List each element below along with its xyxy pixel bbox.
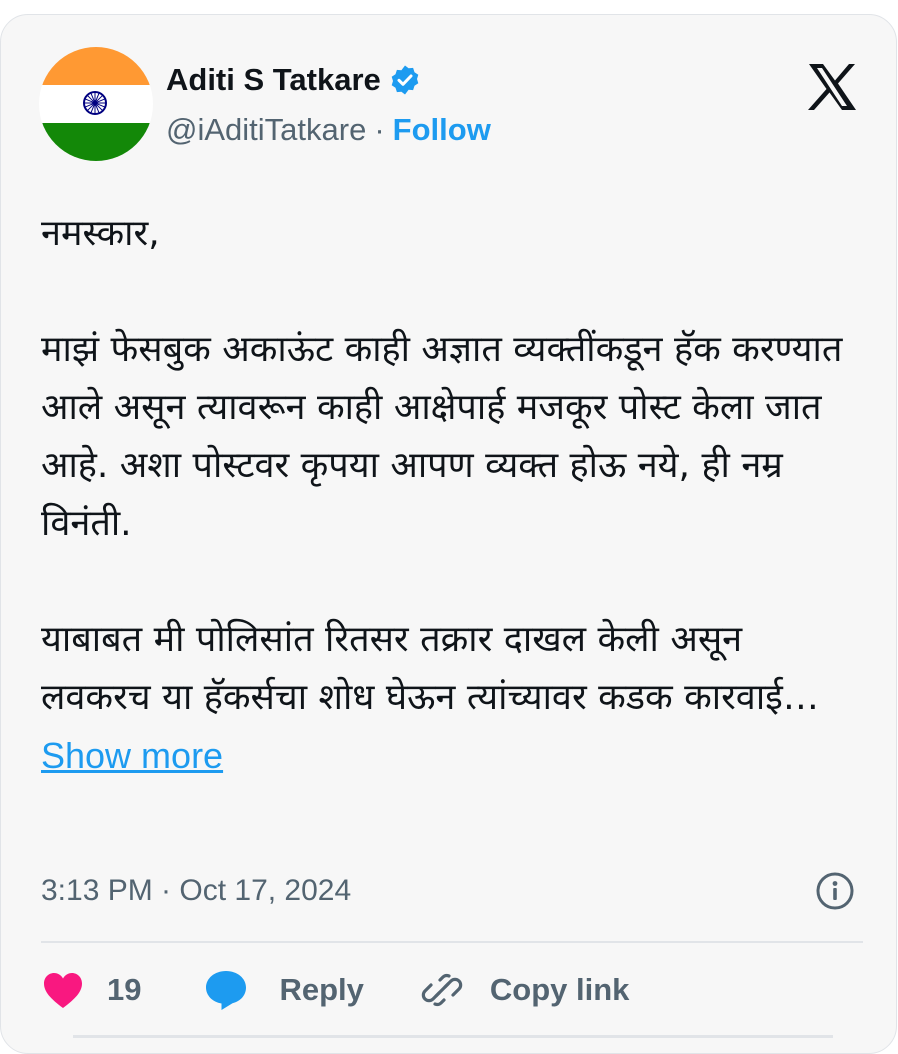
flag-green-band <box>39 123 153 161</box>
avatar[interactable] <box>39 47 153 161</box>
heart-icon <box>44 973 82 1008</box>
tweet-actions: 19 Reply Copy link <box>41 965 629 1015</box>
ashoka-chakra-icon <box>83 91 107 115</box>
tweet-paragraph-greeting: नमस्कार, <box>41 213 160 254</box>
tweet-paragraph-hack-notice: माझं फेसबुक अकाऊंट काही अज्ञात व्यक्तींक… <box>41 329 854 544</box>
x-logo-icon[interactable] <box>805 61 859 113</box>
copy-link-label: Copy link <box>489 972 630 1007</box>
reply-bubble-icon <box>206 971 247 1010</box>
tweet-card: Aditi S Tatkare @iAditiTatkare · Follow … <box>0 14 897 1054</box>
copy-link-button[interactable]: Copy link <box>420 968 630 1012</box>
reply-label: Reply <box>279 972 364 1007</box>
flag-saffron-band <box>39 47 153 85</box>
verified-badge-icon <box>391 65 419 95</box>
tweet-paragraph-complaint: याबाबत मी पोलिसांत रितसर तक्रार दाखल केल… <box>41 611 861 786</box>
tweet-paragraph-complaint-text: याबाबत मी पोलिसांत रितसर तक्रार दाखल केल… <box>41 619 819 718</box>
follow-button[interactable]: Follow <box>393 112 491 148</box>
tweet-text: नमस्कार, माझं फेसबुक अकाऊंट काही अज्ञात … <box>41 205 861 786</box>
bottom-divider <box>73 1035 833 1038</box>
author-name-row: Aditi S Tatkare <box>166 59 421 101</box>
author-handle[interactable]: @iAditiTatkare <box>166 112 366 148</box>
separator-dot: · <box>374 112 385 147</box>
actions-divider <box>41 941 863 943</box>
author-name[interactable]: Aditi S Tatkare <box>166 62 381 98</box>
link-icon <box>421 973 463 1007</box>
tweet-timestamp[interactable]: 3:13 PM · Oct 17, 2024 <box>41 874 351 908</box>
show-more-link[interactable]: Show more <box>41 735 223 776</box>
tweet-timestamp-row: 3:13 PM · Oct 17, 2024 <box>41 870 351 912</box>
like-count: 19 <box>107 972 142 1007</box>
reply-button[interactable]: Reply <box>203 969 364 1011</box>
like-button[interactable]: 19 <box>41 970 141 1010</box>
author-handle-row: @iAditiTatkare · Follow <box>166 109 491 151</box>
info-icon[interactable] <box>815 871 855 911</box>
